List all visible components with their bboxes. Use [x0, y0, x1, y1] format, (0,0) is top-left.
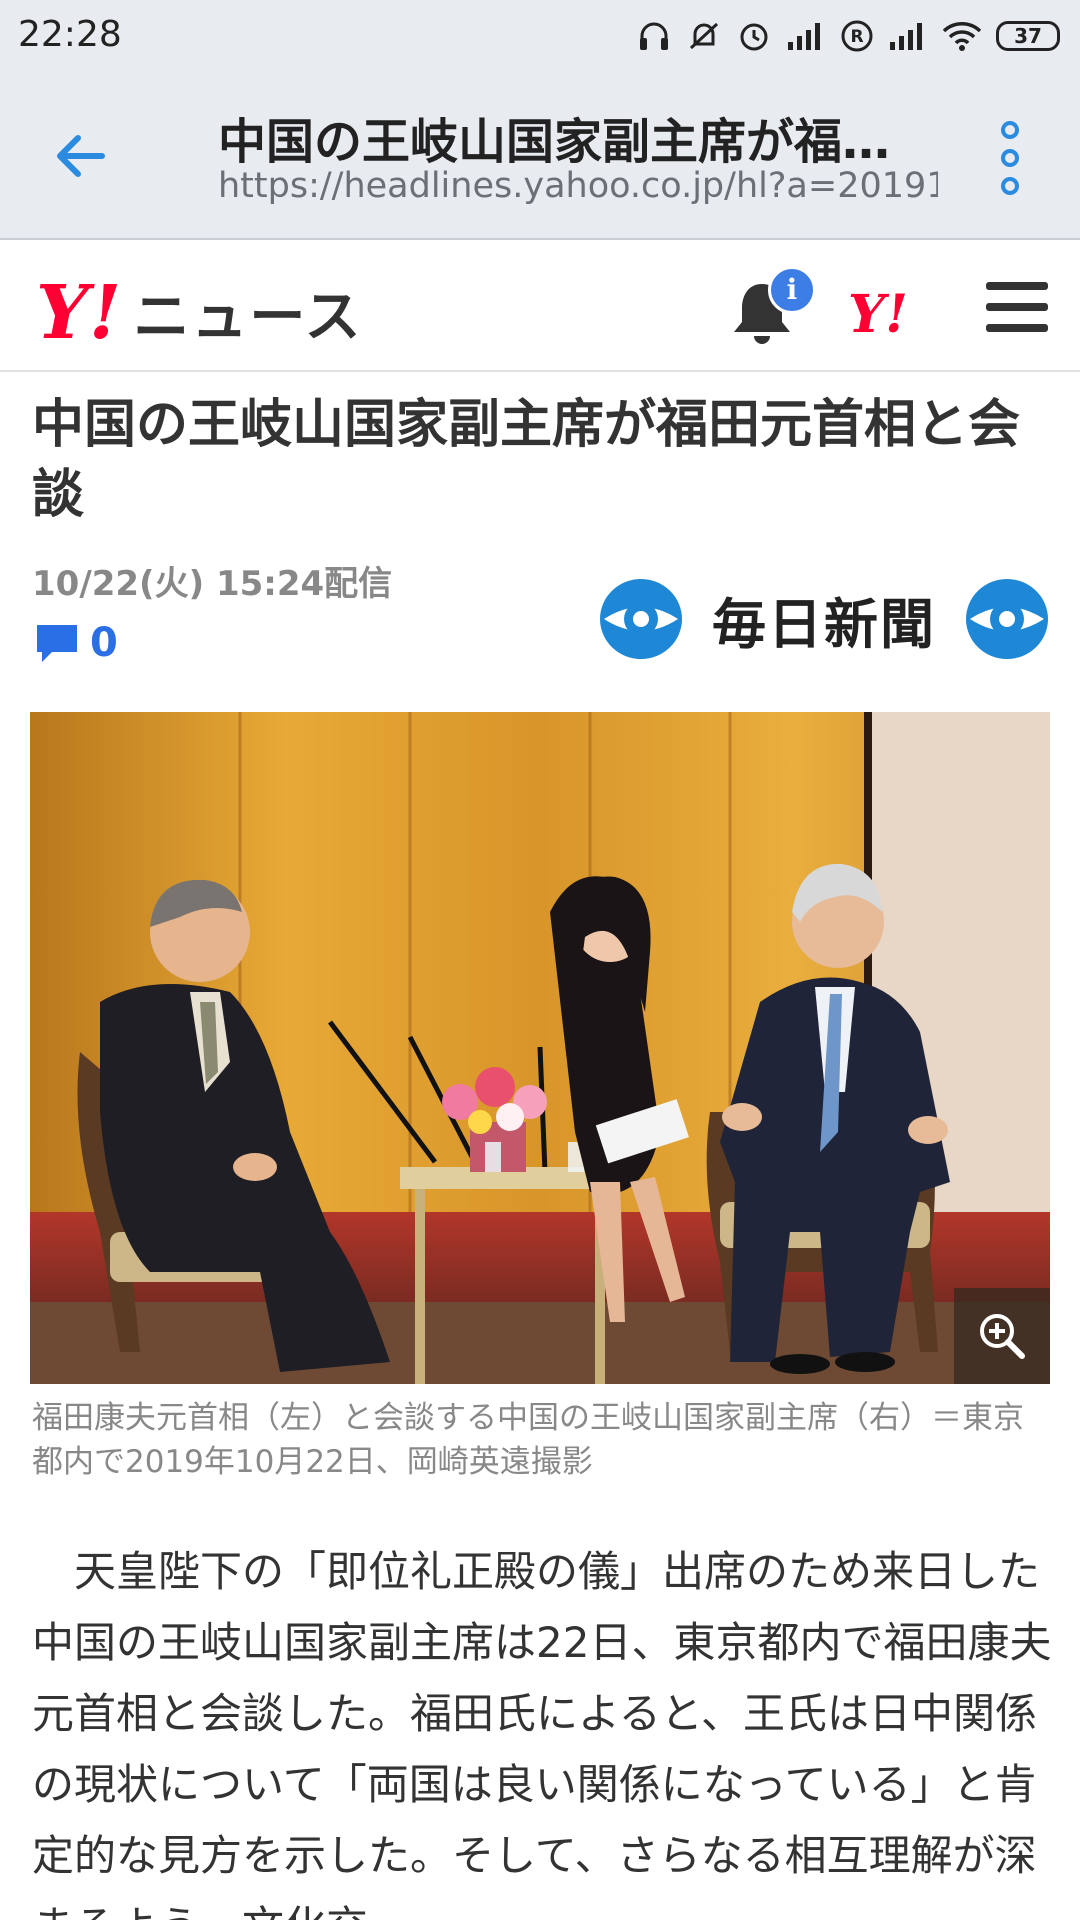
status-time: 22:28 — [18, 14, 122, 55]
back-arrow-icon[interactable] — [50, 126, 120, 186]
browser-toolbar: 中国の王岐山国家副主席が福田元首相と会談 https://headlines.y… — [0, 74, 1080, 240]
comments-link[interactable]: 0 — [34, 620, 118, 666]
mainichi-emblem-icon — [966, 579, 1048, 659]
alarm-icon — [740, 23, 768, 51]
signal-icon — [788, 23, 820, 50]
browser-page-title: 中国の王岐山国家副主席が福田元首相と会談 — [218, 114, 938, 170]
battery-icon: 37 — [996, 21, 1060, 51]
menu-line — [986, 303, 1048, 311]
notification-badge: i — [768, 266, 816, 314]
mute-icon — [689, 22, 719, 50]
site-header: Y! ニュース i Y! — [0, 242, 1080, 372]
article-photo[interactable] — [30, 712, 1050, 1384]
mainichi-emblem-icon — [600, 579, 682, 659]
article-headline: 中国の王岐山国家副主席が福田元首相と会談 — [32, 395, 1021, 525]
battery-level: 37 — [1014, 24, 1042, 48]
source-name: 毎日新聞 — [712, 591, 936, 656]
source-logo[interactable]: 毎日新聞 — [598, 574, 1050, 664]
comment-icon — [37, 625, 77, 662]
menu-line — [986, 324, 1048, 332]
hamburger-menu-icon[interactable] — [986, 282, 1048, 338]
roaming-icon: R — [841, 20, 873, 52]
comment-count: 0 — [90, 620, 118, 666]
signal-icon — [890, 23, 922, 50]
news-logo-text: ニュース — [133, 285, 363, 350]
yahoo-news-logo[interactable]: Y! ニュース — [36, 272, 363, 353]
status-bar: 22:28 R 37 — [0, 0, 1080, 74]
more-menu-icon[interactable] — [992, 120, 1028, 196]
wifi-icon — [942, 22, 982, 51]
browser-url[interactable]: https://headlines.yahoo.co.jp/hl?a=20191… — [218, 166, 938, 206]
article-body: 天皇陛下の「即位礼正殿の儀」出席のため来日した中国の王岐山国家副主席は22日、東… — [32, 1547, 1052, 1920]
publish-date: 10/22(火) 15:24配信 — [32, 564, 393, 604]
svg-text:R: R — [850, 27, 863, 47]
zoom-in-icon — [980, 1314, 1025, 1359]
yahoo-top-link[interactable]: Y! — [848, 284, 908, 345]
photo-illustration — [30, 712, 1050, 1384]
menu-line — [986, 282, 1048, 290]
photo-caption: 福田康夫元首相（左）と会談する中国の王岐山国家副主席（右）＝東京都内で2019年… — [32, 1400, 1024, 1480]
zoom-photo-button[interactable] — [954, 1288, 1050, 1384]
status-icons: R 37 — [636, 14, 1060, 58]
headphones-icon — [640, 22, 668, 50]
yahoo-logo-mark: Y! — [36, 269, 122, 356]
